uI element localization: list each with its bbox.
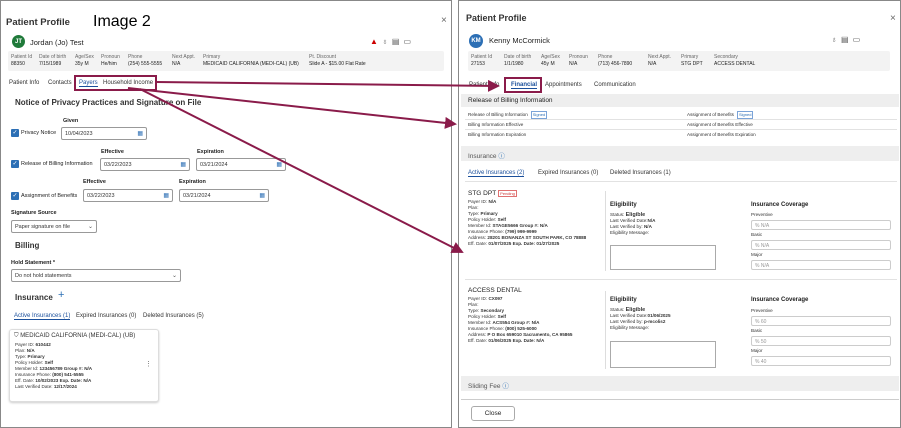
annotation-arrows — [127, 79, 500, 253]
arrow-payers-to-financial — [155, 79, 500, 92]
arrow-notice-to-release — [127, 87, 457, 129]
arrow-insurance-to-right — [139, 88, 464, 253]
